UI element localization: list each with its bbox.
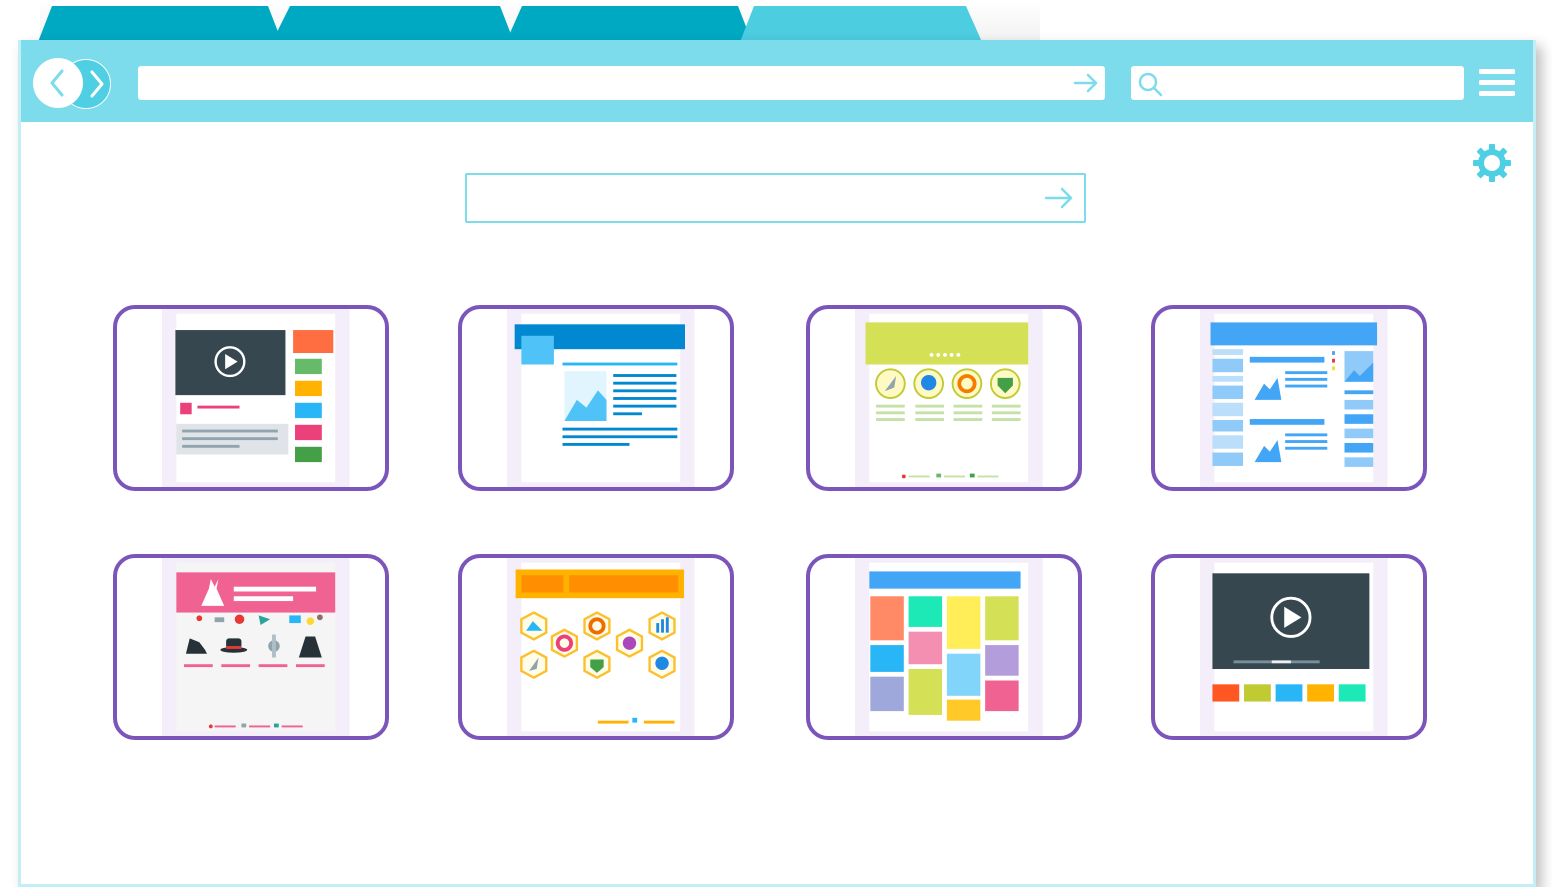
mosaic-site-thumbnail (855, 558, 1043, 736)
article-site-thumbnail (507, 309, 695, 487)
tab-2[interactable] (272, 6, 514, 42)
shop-site-thumbnail (162, 558, 350, 736)
speed-dial-tile-mosaic-site[interactable] (806, 554, 1082, 740)
arrow-right-icon (1073, 73, 1098, 93)
video-site-thumbnail (162, 309, 350, 487)
center-search-input[interactable] (465, 173, 1086, 223)
navigation-buttons (33, 58, 113, 109)
speed-dial-tile-blog-site[interactable] (1151, 305, 1427, 491)
speed-dial-tile-article-site[interactable] (458, 305, 734, 491)
back-button[interactable] (33, 58, 83, 108)
browser-toolbar (21, 40, 1533, 122)
video-player-site-thumbnail (1200, 558, 1388, 736)
tab-4-active[interactable] (740, 6, 982, 42)
hexagon-icons-site-thumbnail (507, 558, 695, 736)
gear-icon[interactable] (1471, 142, 1513, 184)
arrow-right-icon (1044, 187, 1073, 209)
tab-3[interactable] (506, 6, 752, 42)
speed-dial-tile-video-site[interactable] (113, 305, 389, 491)
chevron-left-icon (50, 69, 64, 97)
speed-dial-tile-shop-site[interactable] (113, 554, 389, 740)
speed-dial-tile-video-player-site[interactable] (1151, 554, 1427, 740)
hamburger-menu-icon[interactable] (1479, 67, 1515, 99)
address-bar[interactable] (138, 66, 1105, 100)
center-search-go-button[interactable] (1041, 180, 1077, 216)
tab-strip (38, 6, 982, 42)
search-input[interactable] (1131, 66, 1464, 100)
blog-site-thumbnail (1200, 309, 1388, 487)
speed-dial-tile-hexagon-icons-site[interactable] (458, 554, 734, 740)
speed-dial-tile-badges-site[interactable] (806, 305, 1082, 491)
search-icon[interactable] (1135, 69, 1165, 99)
badges-site-thumbnail (855, 309, 1043, 487)
address-go-button[interactable] (1069, 66, 1103, 100)
browser-window (18, 40, 1536, 887)
tab-1[interactable] (38, 6, 282, 42)
